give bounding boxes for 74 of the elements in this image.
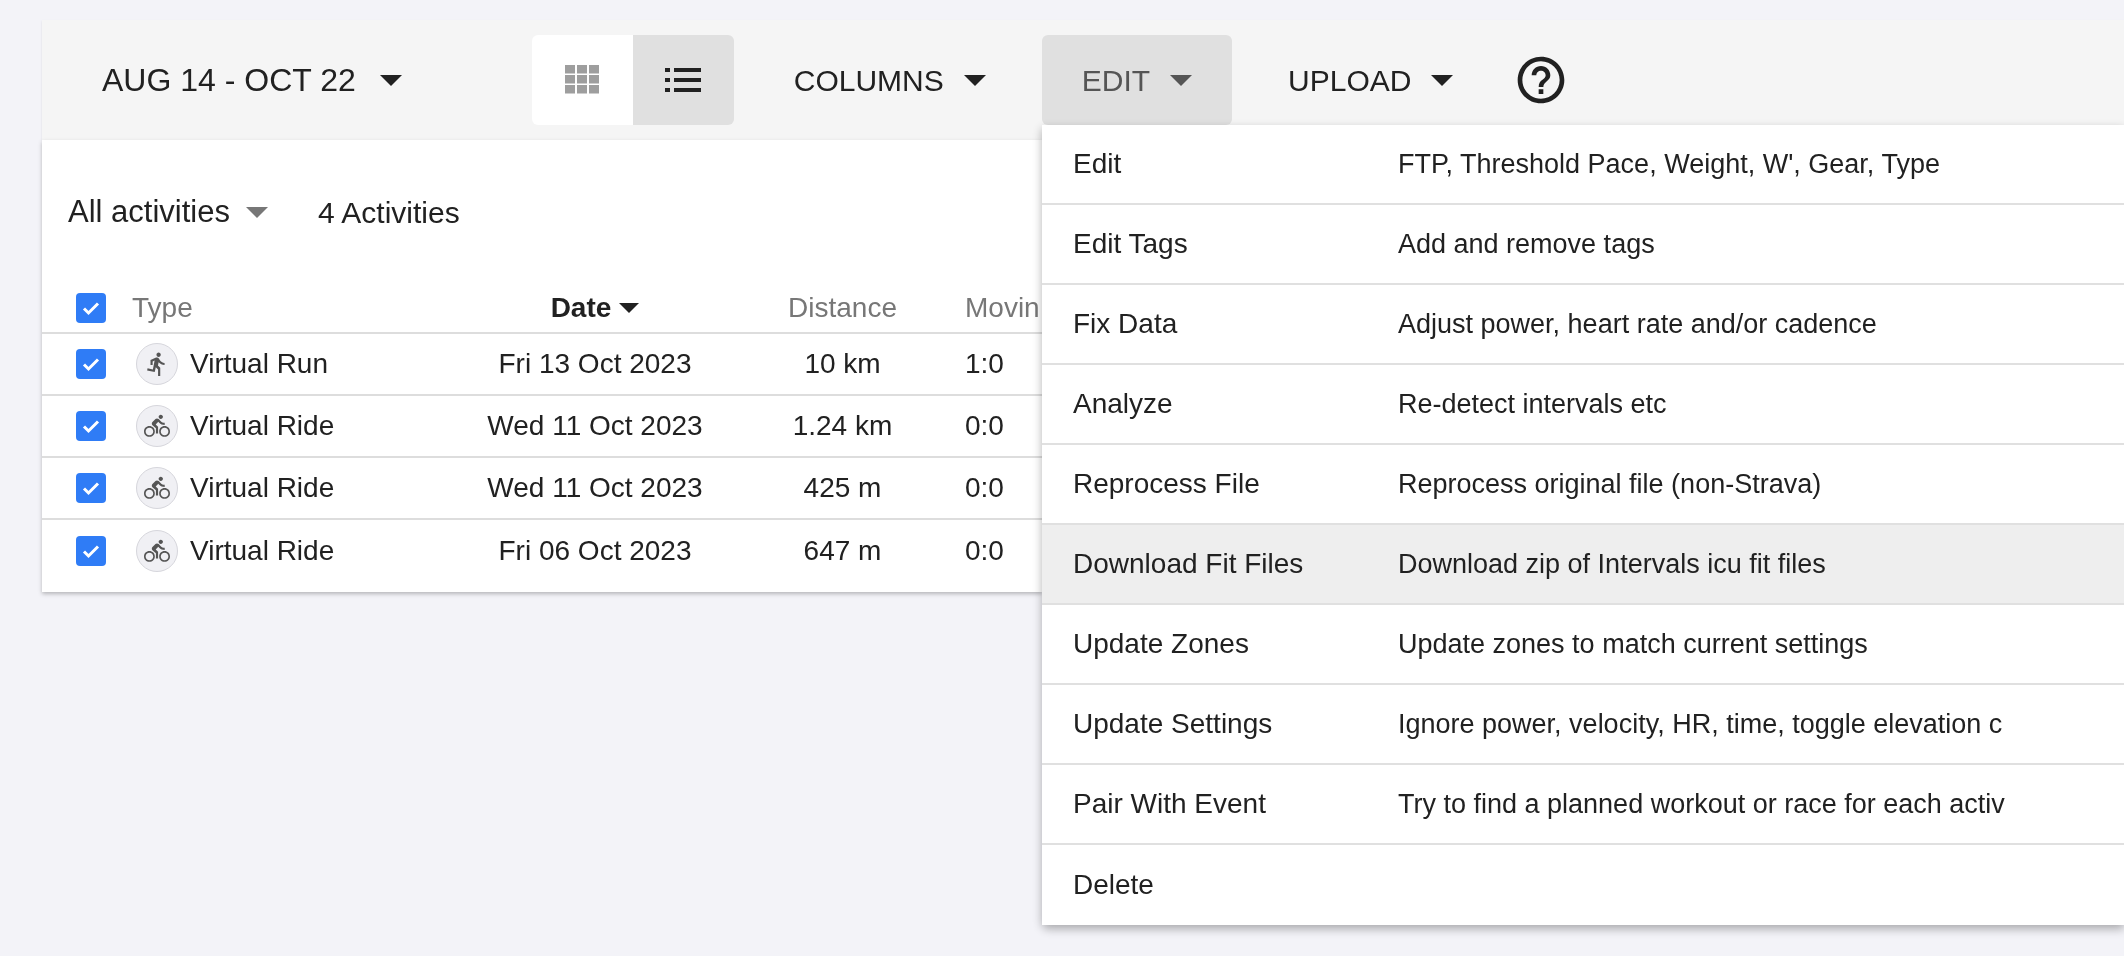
table-cell: 1:0 (965, 348, 1004, 379)
menu-item-description: Add and remove tags (1398, 227, 1655, 261)
menu-item-description: Reprocess original file (non-Strava) (1398, 467, 1822, 501)
checkbox[interactable] (76, 293, 106, 323)
menu-item[interactable]: Update Zones Update zones to match current settings (1042, 605, 2124, 685)
runner-icon (136, 343, 178, 385)
menu-item[interactable]: Analyze Re-detect intervals etc (1042, 365, 2124, 445)
checkbox[interactable] (76, 473, 106, 503)
column-header[interactable]: Type (130, 287, 470, 329)
caret-icon (1431, 74, 1454, 86)
view-toggle-button[interactable] (531, 35, 633, 125)
menu-item[interactable]: Edit Tags Add and remove tags (1042, 205, 2124, 285)
table-cell-text: Virtual Ride (190, 534, 335, 568)
menu-item-label: Analyze (1072, 387, 1174, 421)
menu-item[interactable]: Download Fit Files Download zip of Intervals icu fit files (1042, 525, 2124, 605)
caret-icon (1170, 74, 1193, 86)
table-cell-text: 425 m (803, 471, 882, 505)
table-cell: 0:0 (965, 535, 1004, 566)
column-header[interactable]: Movin (965, 287, 1042, 329)
caret-icon (379, 74, 402, 86)
activity-filter-dropdown[interactable]: All activities (68, 188, 268, 236)
menu-item[interactable]: Update Settings Ignore power, velocity, HR, time, toggle elevation c (1042, 685, 2124, 765)
menu-item-label: Reprocess File (1072, 467, 1261, 501)
menu-item-label: Edit Tags (1072, 227, 1189, 261)
table-cell-text: Fri 06 Oct 2023 (498, 534, 692, 568)
menu-item-description: Adjust power, heart rate and/or cadence (1398, 307, 1877, 341)
table-cell-text: Wed 11 Oct 2023 (487, 471, 703, 505)
menu-item-label: Edit (1072, 147, 1123, 181)
menu-item-label: Fix Data (1072, 307, 1179, 341)
caret-icon (619, 300, 640, 316)
table-cell-text: Virtual Ride (190, 471, 335, 505)
table-cell-text: 10 km (804, 347, 881, 381)
menu-dropdown-button[interactable]: EDIT (1041, 35, 1233, 125)
menu-dropdown-button[interactable]: COLUMNS (753, 35, 1026, 125)
bicycle-icon (136, 405, 178, 447)
menu-item-label: Update Settings (1072, 707, 1274, 741)
column-header[interactable]: Distance (720, 287, 965, 329)
table-cell: 0:0 (965, 410, 1004, 441)
checkbox[interactable] (76, 411, 106, 441)
menu-item-label: Delete (1072, 868, 1155, 902)
list-icon (665, 68, 702, 92)
activity-count: 4 Activities (317, 194, 460, 231)
table-cell-text: 647 m (803, 534, 882, 568)
menu-item[interactable]: Fix Data Adjust power, heart rate and/or cadence (1042, 285, 2124, 365)
caret-icon (245, 206, 268, 218)
menu-dropdown-button[interactable]: UPLOAD (1248, 35, 1494, 125)
bicycle-icon (136, 530, 178, 572)
menu-item-description: Re-detect intervals etc (1398, 387, 1667, 421)
table-cell-text: Fri 13 Oct 2023 (498, 347, 692, 381)
menu-item-description: Ignore power, velocity, HR, time, toggle elevation c (1398, 707, 2003, 741)
menu-item[interactable]: Delete (1042, 845, 2124, 925)
menu-item[interactable]: Pair With Event Try to find a planned workout or race for each activ (1042, 765, 2124, 845)
menu-item[interactable]: Reprocess File Reprocess original file (non-Strava) (1042, 445, 2124, 525)
column-header[interactable]: Date (470, 287, 720, 329)
menu-item-description: Try to find a planned workout or race for each activ (1398, 787, 2005, 821)
grid-icon (565, 65, 600, 95)
date-range-dropdown[interactable]: AUG 14 - OCT 22 (102, 56, 402, 104)
checkbox[interactable] (76, 536, 106, 566)
view-toggle-button[interactable] (632, 35, 734, 125)
table-cell-text: Virtual Ride (190, 409, 335, 443)
checkbox[interactable] (76, 349, 106, 379)
menu-item[interactable]: Edit FTP, Threshold Pace, Weight, W', Gear, Type (1042, 125, 2124, 205)
menu-item-label: Pair With Event (1072, 787, 1267, 821)
menu-item-description: Download zip of Intervals icu fit files (1398, 547, 1826, 581)
menu-item-description: FTP, Threshold Pace, Weight, W', Gear, Type (1398, 147, 1940, 181)
menu-item-label: Update Zones (1072, 627, 1250, 661)
table-cell-text: 1.24 km (792, 409, 893, 443)
table-cell: 0:0 (965, 472, 1004, 503)
bicycle-icon (136, 467, 178, 509)
caret-icon (963, 74, 986, 86)
table-cell-text: Virtual Run (190, 347, 328, 381)
table-cell-text: Wed 11 Oct 2023 (487, 409, 703, 443)
menu-item-description: Update zones to match current settings (1398, 627, 1868, 661)
menu-item-label: Download Fit Files (1072, 547, 1305, 581)
